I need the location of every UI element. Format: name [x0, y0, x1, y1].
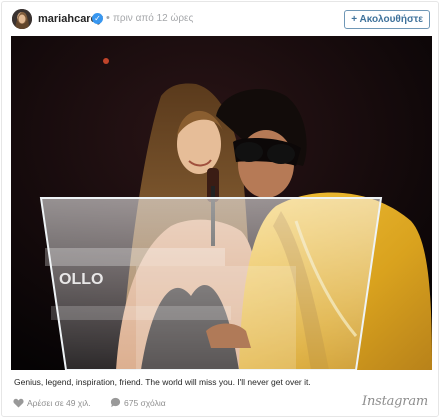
verified-badge-icon: ✓ — [92, 13, 103, 24]
post-caption: Genius, legend, inspiration, friend. The… — [14, 377, 311, 387]
heart-icon[interactable] — [13, 398, 24, 408]
post-photo[interactable]: OLLO — [11, 36, 432, 370]
likes-count[interactable]: Αρέσει σε 49 χιλ. — [27, 398, 91, 408]
post-header: mariahcarey ✓ • πριν από 12 ώρες + Ακολο… — [2, 2, 438, 36]
separator-dot: • — [106, 12, 110, 24]
instagram-logo[interactable]: Instagram — [362, 394, 428, 409]
post-footer: Αρέσει σε 49 χιλ. 675 σχόλια Instagram — [2, 394, 438, 416]
comments-count[interactable]: 675 σχόλια — [124, 398, 166, 408]
podium-lettering: OLLO — [59, 271, 103, 288]
avatar[interactable] — [12, 9, 32, 29]
instagram-post-card: mariahcarey ✓ • πριν από 12 ώρες + Ακολο… — [1, 1, 439, 417]
speech-bubble-icon[interactable] — [110, 397, 121, 408]
post-timestamp[interactable]: πριν από 12 ώρες — [113, 13, 193, 24]
follow-button[interactable]: + Ακολουθήστε — [344, 10, 430, 29]
